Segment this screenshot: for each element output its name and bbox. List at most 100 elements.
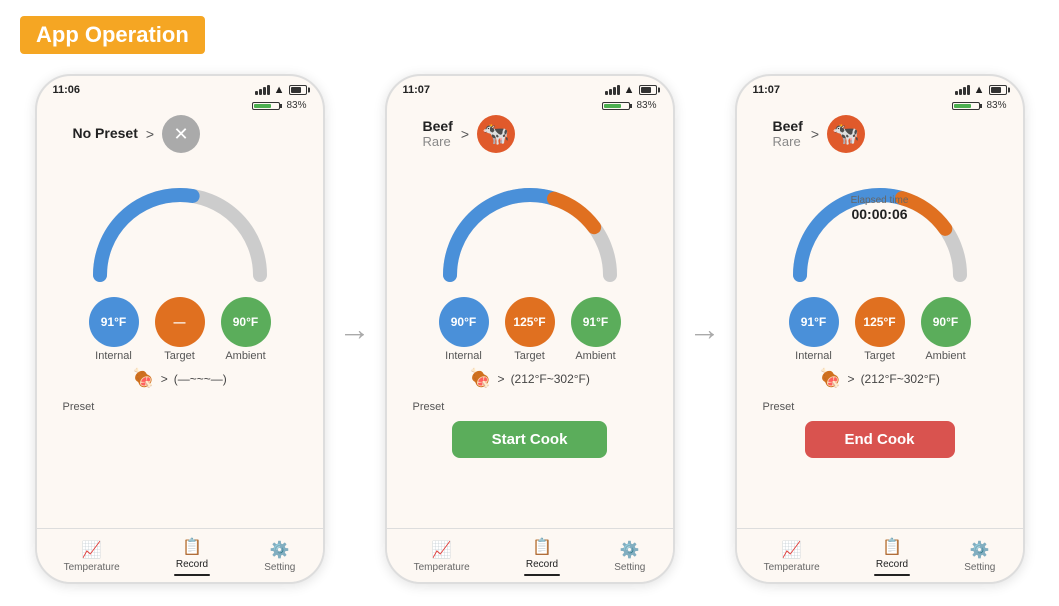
bottom-nav-2: 📈 Temperature 📋 Record ⚙️ Setting [387, 528, 673, 582]
temp-circle-internal-2: 90°F [439, 297, 489, 347]
temp-item-internal-1: 91°F Internal [89, 297, 139, 362]
temp-circle-target-3: 125°F [855, 297, 905, 347]
nav-underline-2 [524, 574, 560, 576]
nav-label-setting-1: Setting [264, 562, 295, 573]
status-icons-1: ▲ [255, 84, 307, 96]
battery-icon-2 [639, 85, 657, 95]
battery-pct-1: 83% [286, 100, 306, 111]
nav-label-temperature-1: Temperature [64, 562, 120, 573]
record-icon-2: 📋 [532, 537, 552, 557]
temp-item-target-1: — Target [155, 297, 205, 362]
nav-underline-1 [174, 574, 210, 576]
temp-circle-target-2: 125°F [505, 297, 555, 347]
status-icons-2: ▲ [605, 84, 657, 96]
preset-icon-3[interactable]: 🐄 [827, 115, 865, 153]
temp-circle-ambient-3: 90°F [921, 297, 971, 347]
wifi-icon-1: ▲ [274, 84, 285, 96]
grill-icon-3: 🍖 [819, 368, 841, 389]
setting-icon-2: ⚙️ [620, 540, 640, 560]
arrow-1: → [325, 311, 385, 348]
arrow-icon-1: → [339, 311, 371, 348]
nav-label-temperature-2: Temperature [414, 562, 470, 573]
temp-item-ambient-3: 90°F Ambient [921, 297, 971, 362]
nav-setting-1[interactable]: ⚙️ Setting [264, 540, 295, 573]
preset-icon-2[interactable]: 🐄 [477, 115, 515, 153]
temp-item-target-3: 125°F Target [855, 297, 905, 362]
preset-area-2[interactable]: Beef Rare > 🐄 [423, 115, 516, 153]
status-bar-2: 11:07 ▲ [387, 76, 673, 100]
status-bar-3: 11:07 ▲ [737, 76, 1023, 100]
nav-label-record-3: Record [876, 559, 908, 570]
phone-2: 11:07 ▲ 83% Beef Rare [385, 74, 675, 584]
page-header: App Operation [20, 16, 1039, 54]
battery-bar-2 [602, 102, 630, 110]
nav-temperature-1[interactable]: 📈 Temperature [64, 540, 120, 573]
phone-content-3: Beef Rare > 🐄 Elapsed time 00:00:06 [737, 115, 1023, 528]
preset-icon-1[interactable]: ✕ [162, 115, 200, 153]
signal-icon-3 [955, 85, 970, 95]
setting-icon-3: ⚙️ [970, 540, 990, 560]
battery-fill-2 [604, 104, 621, 108]
temp-circle-ambient-1: 90°F [221, 297, 271, 347]
nav-label-record-1: Record [176, 559, 208, 570]
arrow-icon-2: → [689, 311, 721, 348]
phone-content-2: Beef Rare > 🐄 90°F [387, 115, 673, 528]
nav-record-3[interactable]: 📋 Record [874, 537, 910, 576]
phones-container: 11:06 ▲ 83% No Preset > [20, 68, 1039, 590]
wifi-icon-3: ▲ [974, 84, 985, 96]
temp-item-ambient-1: 90°F Ambient [221, 297, 271, 362]
nav-label-record-2: Record [526, 559, 558, 570]
bottom-nav-3: 📈 Temperature 📋 Record ⚙️ Setting [737, 528, 1023, 582]
gauge-svg-3 [780, 165, 980, 295]
battery-bar-3 [952, 102, 980, 110]
bottom-nav-1: 📈 Temperature 📋 Record ⚙️ Setting [37, 528, 323, 582]
page-title: App Operation [20, 16, 205, 54]
temp-item-internal-3: 91°F Internal [789, 297, 839, 362]
battery-fill-1 [254, 104, 271, 108]
start-cook-button[interactable]: Start Cook [452, 421, 608, 458]
temp-circles-3: 91°F Internal 125°F Target 90°F Ambient [789, 297, 971, 362]
nav-temperature-3[interactable]: 📈 Temperature [764, 540, 820, 573]
grill-arrow-1: > [161, 372, 168, 386]
temp-circle-internal-1: 91°F [89, 297, 139, 347]
gauge-1 [80, 165, 280, 285]
signal-icon-2 [605, 85, 620, 95]
grill-row-3: 🍖 > (212°F~302°F) [819, 368, 940, 389]
status-bar-1: 11:06 ▲ [37, 76, 323, 100]
arrow-2: → [675, 311, 735, 348]
battery-pct-3: 83% [986, 100, 1006, 111]
battery-icon-1 [289, 85, 307, 95]
nav-setting-2[interactable]: ⚙️ Setting [614, 540, 645, 573]
nav-label-setting-2: Setting [614, 562, 645, 573]
battery-bar-1 [252, 102, 280, 110]
temperature-icon-1: 📈 [82, 540, 102, 560]
setting-icon-1: ⚙️ [270, 540, 290, 560]
temp-circles-2: 90°F Internal 125°F Target 91°F Ambient [439, 297, 621, 362]
grill-icon-1: 🍖 [132, 368, 154, 389]
phone-content-1: No Preset > ✕ 91°F Internal [37, 115, 323, 528]
phone-3: 11:07 ▲ 83% Beef Rare [735, 74, 1025, 584]
temp-circle-ambient-2: 91°F [571, 297, 621, 347]
signal-icon-1 [255, 85, 270, 95]
status-time-1: 11:06 [53, 84, 81, 96]
battery-pct-2: 83% [636, 100, 656, 111]
battery-icon-3 [989, 85, 1007, 95]
nav-temperature-2[interactable]: 📈 Temperature [414, 540, 470, 573]
preset-label-bottom-3: Preset [763, 401, 795, 413]
status-time-3: 11:07 [753, 84, 781, 96]
nav-label-temperature-3: Temperature [764, 562, 820, 573]
record-icon-3: 📋 [882, 537, 902, 557]
nav-setting-3[interactable]: ⚙️ Setting [964, 540, 995, 573]
grill-row-1: 🍖 > (—~~~—) [132, 368, 226, 389]
preset-area-1[interactable]: No Preset > ✕ [73, 115, 201, 153]
temp-circle-target-1: — [155, 297, 205, 347]
battery-fill-3 [954, 104, 971, 108]
nav-record-1[interactable]: 📋 Record [174, 537, 210, 576]
end-cook-button[interactable]: End Cook [805, 421, 955, 458]
preset-text-3: Beef Rare [773, 118, 803, 150]
preset-text-1: No Preset [73, 125, 138, 143]
nav-record-2[interactable]: 📋 Record [524, 537, 560, 576]
grill-arrow-2: > [498, 372, 505, 386]
preset-area-3[interactable]: Beef Rare > 🐄 [773, 115, 866, 153]
grill-icon-2: 🍖 [469, 368, 491, 389]
